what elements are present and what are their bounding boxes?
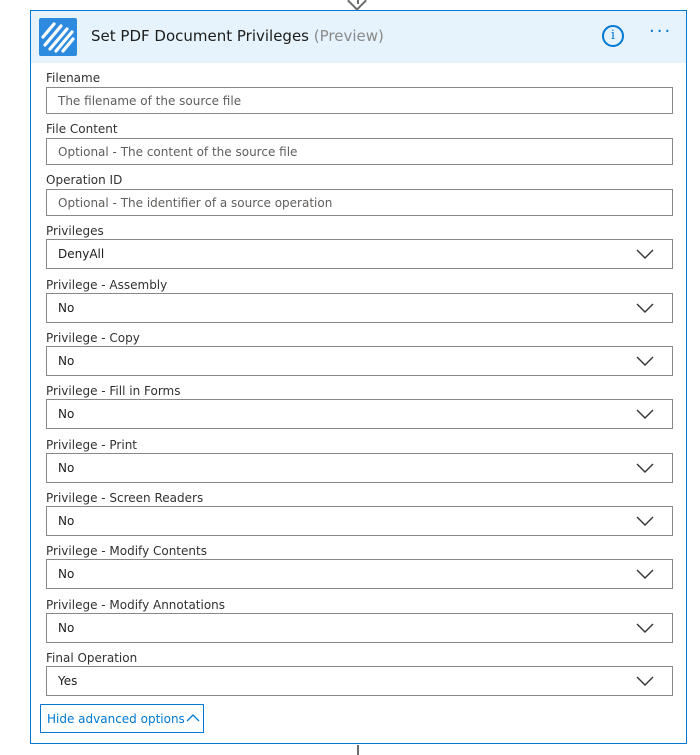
privilege-fill-forms-dropdown[interactable]: No (46, 399, 673, 429)
action-card: Set PDF Document Privileges (Preview) i … (30, 10, 687, 744)
privileges-label: Privileges (46, 224, 104, 238)
privilege-print-label: Privilege - Print (46, 438, 138, 452)
chevron-down-icon (636, 409, 654, 419)
operation-id-input[interactable]: Optional - The identifier of a source op… (46, 189, 673, 216)
privilege-assembly-dropdown[interactable]: No (46, 293, 673, 323)
operation-id-placeholder: Optional - The identifier of a source op… (58, 196, 333, 210)
chevron-down-icon (636, 249, 654, 259)
privileges-value: DenyAll (58, 247, 105, 261)
privilege-modify-contents-label: Privilege - Modify Contents (46, 544, 207, 558)
card-title-text: Set PDF Document Privileges (91, 27, 309, 45)
filename-placeholder: The filename of the source file (58, 94, 242, 108)
chevron-down-icon (636, 676, 654, 686)
privilege-fill-forms-label: Privilege - Fill in Forms (46, 384, 181, 398)
privilege-modify-contents-dropdown[interactable]: No (46, 559, 673, 589)
privilege-print-value: No (58, 461, 75, 475)
hide-advanced-options-label: Hide advanced options (47, 712, 185, 726)
flow-canvas: Set PDF Document Privileges (Preview) i … (0, 0, 700, 755)
chevron-down-icon (636, 569, 654, 579)
chevron-down-icon (636, 516, 654, 526)
info-icon[interactable]: i (602, 25, 624, 47)
card-title: Set PDF Document Privileges (Preview) (91, 27, 384, 45)
final-operation-label: Final Operation (46, 651, 138, 665)
connector-line-top (357, 0, 359, 4)
privilege-print-dropdown[interactable]: No (46, 453, 673, 483)
file-content-placeholder: Optional - The content of the source fil… (58, 145, 298, 159)
privilege-copy-dropdown[interactable]: No (46, 346, 673, 376)
file-content-input[interactable]: Optional - The content of the source fil… (46, 138, 673, 165)
privilege-modify-contents-value: No (58, 567, 75, 581)
privileges-dropdown[interactable]: DenyAll (46, 239, 673, 269)
file-content-label: File Content (46, 122, 118, 136)
stripes-logo-icon (39, 18, 77, 56)
filename-input[interactable]: The filename of the source file (46, 87, 673, 114)
privilege-fill-forms-value: No (58, 407, 75, 421)
privilege-assembly-label: Privilege - Assembly (46, 278, 168, 292)
privilege-modify-annotations-label: Privilege - Modify Annotations (46, 598, 226, 612)
final-operation-value: Yes (58, 674, 78, 688)
privilege-screen-readers-value: No (58, 514, 75, 528)
hide-advanced-options-button[interactable]: Hide advanced options (40, 704, 204, 733)
operation-id-label: Operation ID (46, 173, 123, 187)
chevron-down-icon (636, 463, 654, 473)
more-options-icon[interactable]: ··· (649, 23, 677, 45)
connector-line-bottom (357, 745, 359, 755)
privilege-copy-value: No (58, 354, 75, 368)
privilege-screen-readers-label: Privilege - Screen Readers (46, 491, 204, 505)
filename-label: Filename (46, 71, 101, 85)
preview-tag: (Preview) (313, 27, 384, 45)
privilege-modify-annotations-dropdown[interactable]: No (46, 613, 673, 643)
privilege-copy-label: Privilege - Copy (46, 331, 140, 345)
card-header[interactable]: Set PDF Document Privileges (Preview) i … (31, 11, 686, 63)
privilege-modify-annotations-value: No (58, 621, 75, 635)
chevron-down-icon (636, 303, 654, 313)
chevron-down-icon (636, 356, 654, 366)
chevron-down-icon (636, 623, 654, 633)
chevron-up-icon (186, 714, 200, 722)
final-operation-dropdown[interactable]: Yes (46, 666, 673, 696)
privilege-assembly-value: No (58, 301, 75, 315)
privilege-screen-readers-dropdown[interactable]: No (46, 506, 673, 536)
